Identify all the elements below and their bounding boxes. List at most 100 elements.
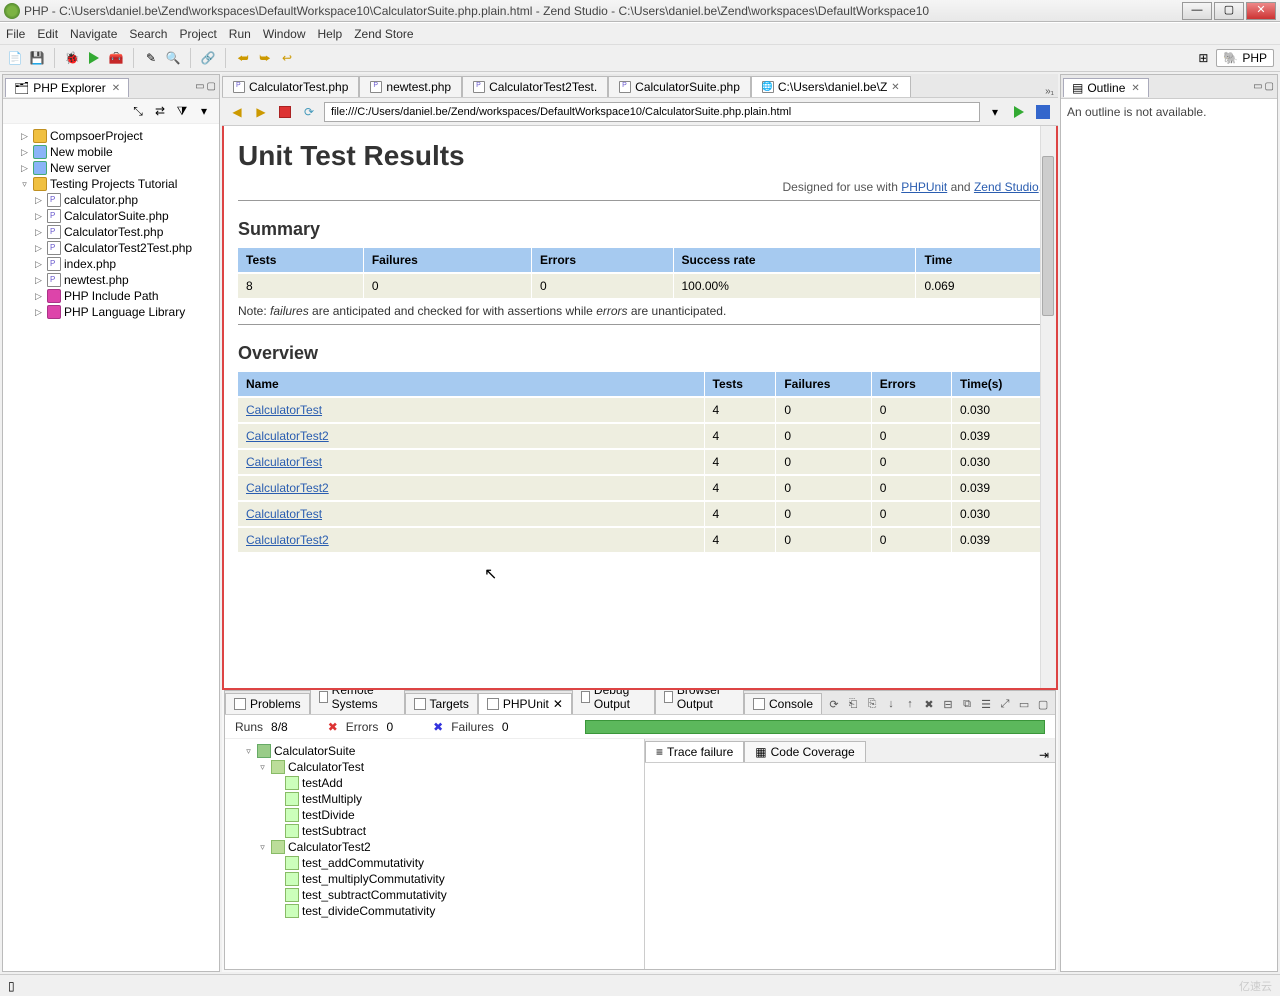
menu-help[interactable]: Help (318, 27, 343, 41)
editor-tab[interactable]: CalculatorTest.php (222, 76, 359, 97)
tree-item[interactable]: ▷index.php (5, 256, 217, 272)
run-icon[interactable] (85, 49, 103, 67)
bottom-toolbar-icon[interactable]: ⤢ (997, 698, 1013, 714)
browser-go-icon[interactable] (1010, 103, 1028, 121)
browser-stop-icon[interactable] (276, 103, 294, 121)
menu-icon[interactable]: ▾ (195, 102, 213, 120)
perspective-button[interactable]: 🐘 PHP (1216, 49, 1274, 67)
bottom-toolbar-icon[interactable]: ▭ (1016, 698, 1032, 714)
php-explorer-tab[interactable]: 🗂 PHP Explorer ✕ (5, 78, 129, 97)
bottom-toolbar-icon[interactable]: ⧉ (959, 698, 975, 714)
new-icon[interactable]: 📄 (6, 49, 24, 67)
bottom-toolbar-icon[interactable]: ↑ (902, 698, 918, 714)
nav-last-icon[interactable]: ↩ (278, 49, 296, 67)
address-bar[interactable] (324, 102, 980, 122)
detail-tab-code-coverage[interactable]: ▦Code Coverage (744, 741, 865, 762)
test-tree[interactable]: ▿CalculatorSuite▿CalculatorTesttestAddte… (225, 739, 645, 969)
nav-fwd-icon[interactable]: ⮩ (256, 49, 274, 67)
detail-menu-icon[interactable]: ⇥ (1039, 748, 1049, 762)
browser-back-icon[interactable]: ◀ (228, 103, 246, 121)
bottom-tab-problems[interactable]: Problems (225, 693, 310, 714)
outline-tab[interactable]: ▤ Outline ✕ (1063, 78, 1149, 97)
open-perspective-icon[interactable]: ⊞ (1194, 49, 1212, 67)
tree-item[interactable]: ▷New server (5, 160, 217, 176)
menu-search[interactable]: Search (129, 27, 167, 41)
tree-item[interactable]: ▿Testing Projects Tutorial (5, 176, 217, 192)
editor-tab[interactable]: CalculatorTest2Test. (462, 76, 608, 97)
tree-item[interactable]: ▷New mobile (5, 144, 217, 160)
test-tree-item[interactable]: testDivide (229, 807, 640, 823)
project-tree[interactable]: ▷CompsoerProject▷New mobile▷New server▿T… (3, 124, 219, 971)
test-tree-item[interactable]: test_divideCommutativity (229, 903, 640, 919)
bottom-toolbar-icon[interactable]: ✖ (921, 698, 937, 714)
test-tree-item[interactable]: test_addCommutativity (229, 855, 640, 871)
editor-tab[interactable]: CalculatorSuite.php (608, 76, 751, 97)
close-icon[interactable]: ✕ (1131, 83, 1139, 94)
save-icon[interactable]: 💾 (28, 49, 46, 67)
test-tree-item[interactable]: testSubtract (229, 823, 640, 839)
tree-item[interactable]: ▷calculator.php (5, 192, 217, 208)
menu-run[interactable]: Run (229, 27, 251, 41)
minimize-view-icon[interactable]: ▭ (1253, 81, 1262, 92)
browser-refresh-icon[interactable]: ⟳ (300, 103, 318, 121)
menu-edit[interactable]: Edit (37, 27, 58, 41)
test-tree-item[interactable]: test_multiplyCommutativity (229, 871, 640, 887)
external-tools-icon[interactable]: 🧰 (107, 49, 125, 67)
menu-zend-store[interactable]: Zend Store (354, 27, 413, 41)
bottom-toolbar-icon[interactable]: ☰ (978, 698, 994, 714)
overview-link[interactable]: CalculatorTest2 (246, 481, 329, 495)
tree-item[interactable]: ▷CalculatorTest.php (5, 224, 217, 240)
bottom-tab-targets[interactable]: Targets (405, 693, 478, 714)
editor-tab[interactable]: C:\Users\daniel.be\Z✕ (751, 76, 911, 97)
tree-item[interactable]: ▷CompsoerProject (5, 128, 217, 144)
menu-window[interactable]: Window (263, 27, 306, 41)
close-icon[interactable]: ✕ (553, 697, 563, 711)
test-tree-item[interactable]: testAdd (229, 775, 640, 791)
phpunit-link[interactable]: PHPUnit (901, 180, 947, 194)
bottom-toolbar-icon[interactable]: ⎗ (845, 698, 861, 714)
bottom-toolbar-icon[interactable]: ⊟ (940, 698, 956, 714)
close-icon[interactable]: ✕ (112, 83, 120, 94)
scrollbar[interactable] (1040, 126, 1056, 688)
bottom-toolbar-icon[interactable]: ⎘ (864, 698, 880, 714)
test-tree-item[interactable]: testMultiply (229, 791, 640, 807)
nav-back-icon[interactable]: ⮨ (234, 49, 252, 67)
browser-ext-icon[interactable] (1034, 103, 1052, 121)
test-tree-item[interactable]: ▿CalculatorTest (229, 759, 640, 775)
minimize-button[interactable]: — (1182, 2, 1212, 20)
overview-link[interactable]: CalculatorTest2 (246, 429, 329, 443)
bottom-tab-console[interactable]: Console (744, 693, 822, 714)
tree-item[interactable]: ▷PHP Include Path (5, 288, 217, 304)
tree-item[interactable]: ▷newtest.php (5, 272, 217, 288)
maximize-view-icon[interactable]: ▢ (1265, 81, 1274, 92)
test-tree-item[interactable]: ▿CalculatorSuite (229, 743, 640, 759)
bottom-toolbar-icon[interactable]: ⟳ (826, 698, 842, 714)
minimize-view-icon[interactable]: ▭ (195, 81, 204, 92)
wand-icon[interactable]: ✎ (142, 49, 160, 67)
overview-link[interactable]: CalculatorTest (246, 403, 322, 417)
bottom-toolbar-icon[interactable]: ↓ (883, 698, 899, 714)
editor-tab[interactable]: newtest.php (359, 76, 462, 97)
debug-icon[interactable]: 🐞 (63, 49, 81, 67)
maximize-view-icon[interactable]: ▢ (207, 81, 216, 92)
address-dropdown-icon[interactable]: ▾ (986, 103, 1004, 121)
menu-project[interactable]: Project (179, 27, 216, 41)
search-icon[interactable]: 🔍 (164, 49, 182, 67)
test-tree-item[interactable]: test_subtractCommutativity (229, 887, 640, 903)
browser-forward-icon[interactable]: ▶ (252, 103, 270, 121)
menu-navigate[interactable]: Navigate (70, 27, 117, 41)
maximize-button[interactable]: ▢ (1214, 2, 1244, 20)
bottom-toolbar-icon[interactable]: ▢ (1035, 698, 1051, 714)
tree-item[interactable]: ▷CalculatorSuite.php (5, 208, 217, 224)
close-icon[interactable]: ✕ (891, 82, 899, 93)
link-editor-icon[interactable]: ⇄ (151, 102, 169, 120)
tree-item[interactable]: ▷CalculatorTest2Test.php (5, 240, 217, 256)
collapse-all-icon[interactable]: ⤡ (129, 102, 147, 120)
overview-link[interactable]: CalculatorTest (246, 507, 322, 521)
link-icon[interactable]: 🔗 (199, 49, 217, 67)
test-tree-item[interactable]: ▿CalculatorTest2 (229, 839, 640, 855)
overview-link[interactable]: CalculatorTest (246, 455, 322, 469)
close-button[interactable]: ✕ (1246, 2, 1276, 20)
tab-overflow-icon[interactable]: »₁ (1041, 86, 1058, 97)
zendstudio-link[interactable]: Zend Studio (974, 180, 1039, 194)
